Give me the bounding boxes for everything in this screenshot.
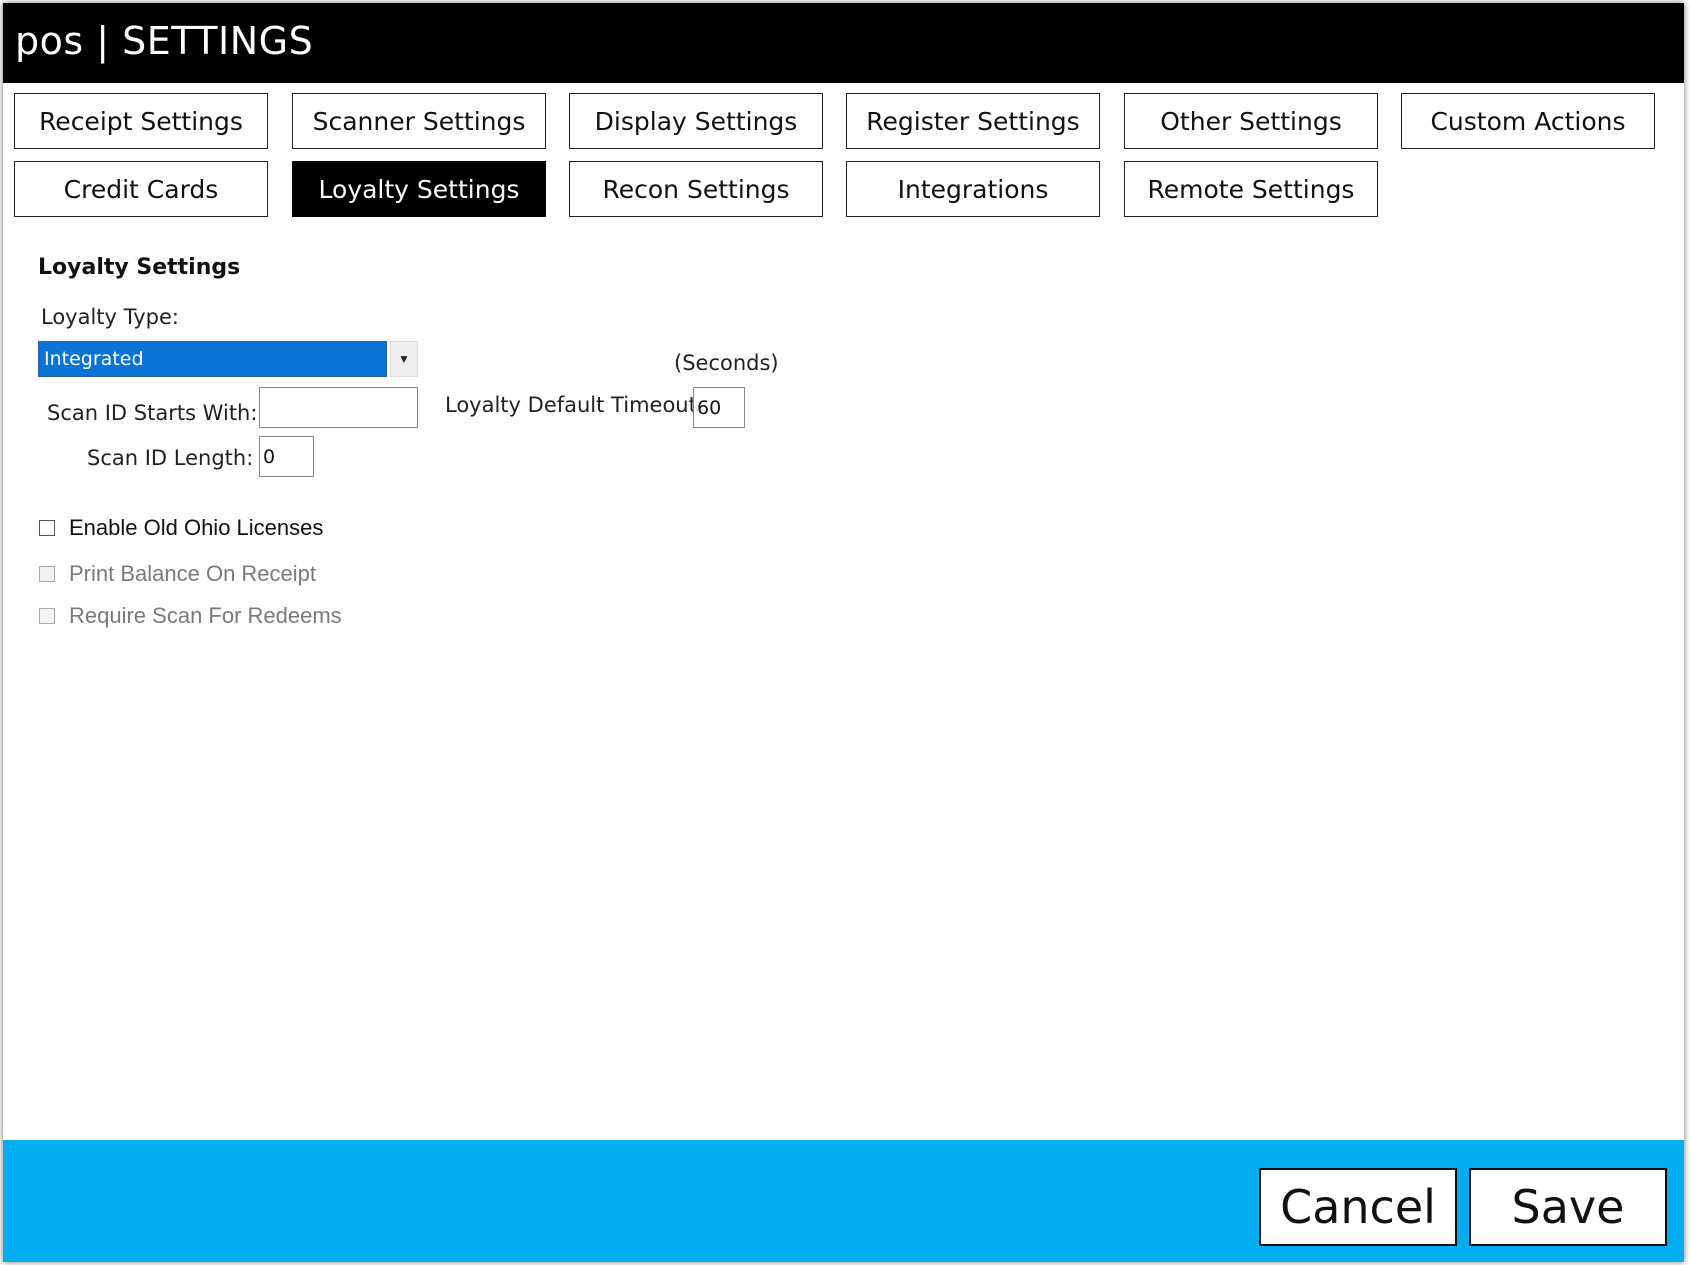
- section-title: Loyalty Settings: [38, 255, 241, 280]
- timeout-unit-label: (Seconds): [674, 351, 779, 375]
- footer-bar: Cancel Save: [3, 1140, 1684, 1262]
- scan-id-length-label: Scan ID Length:: [87, 446, 254, 470]
- enable-old-ohio-licenses-option[interactable]: Enable Old Ohio Licenses: [39, 515, 323, 541]
- tab-receipt-settings[interactable]: Receipt Settings: [14, 93, 268, 149]
- loyalty-default-timeout-input[interactable]: [693, 387, 745, 428]
- scan-id-length-input[interactable]: [259, 436, 314, 477]
- tab-integrations[interactable]: Integrations: [846, 161, 1100, 217]
- tab-register-settings[interactable]: Register Settings: [846, 93, 1100, 149]
- loyalty-type-selected-value[interactable]: Integrated: [38, 341, 387, 377]
- tab-other-settings[interactable]: Other Settings: [1124, 93, 1378, 149]
- require-scan-for-redeems-checkbox: [39, 608, 55, 624]
- scan-id-starts-with-input[interactable]: [259, 387, 418, 428]
- title-bar: pos | SETTINGS: [3, 3, 1684, 83]
- print-balance-on-receipt-label: Print Balance On Receipt: [69, 561, 317, 586]
- window-title: pos | SETTINGS: [15, 19, 314, 63]
- tab-remote-settings[interactable]: Remote Settings: [1124, 161, 1378, 217]
- require-scan-for-redeems-label: Require Scan For Redeems: [69, 603, 342, 628]
- tab-credit-cards[interactable]: Credit Cards: [14, 161, 268, 217]
- loyalty-type-select[interactable]: Integrated ▼: [38, 341, 418, 377]
- print-balance-on-receipt-option: Print Balance On Receipt: [39, 561, 316, 587]
- enable-old-ohio-licenses-label: Enable Old Ohio Licenses: [69, 515, 324, 540]
- tab-recon-settings[interactable]: Recon Settings: [569, 161, 823, 217]
- cancel-button[interactable]: Cancel: [1259, 1168, 1457, 1246]
- loyalty-type-label: Loyalty Type:: [41, 305, 179, 329]
- require-scan-for-redeems-option: Require Scan For Redeems: [39, 603, 342, 629]
- print-balance-on-receipt-checkbox: [39, 566, 55, 582]
- tab-scanner-settings[interactable]: Scanner Settings: [292, 93, 546, 149]
- tab-custom-actions[interactable]: Custom Actions: [1401, 93, 1655, 149]
- loyalty-default-timeout-label: Loyalty Default Timeout:: [445, 393, 704, 417]
- scan-id-starts-with-label: Scan ID Starts With:: [47, 401, 258, 425]
- settings-window: pos | SETTINGS Receipt Settings Scanner …: [3, 3, 1684, 1262]
- tab-loyalty-settings[interactable]: Loyalty Settings: [292, 161, 546, 217]
- dropdown-arrow-icon[interactable]: ▼: [390, 341, 418, 377]
- save-button[interactable]: Save: [1469, 1168, 1667, 1246]
- enable-old-ohio-licenses-checkbox[interactable]: [39, 520, 55, 536]
- tab-display-settings[interactable]: Display Settings: [569, 93, 823, 149]
